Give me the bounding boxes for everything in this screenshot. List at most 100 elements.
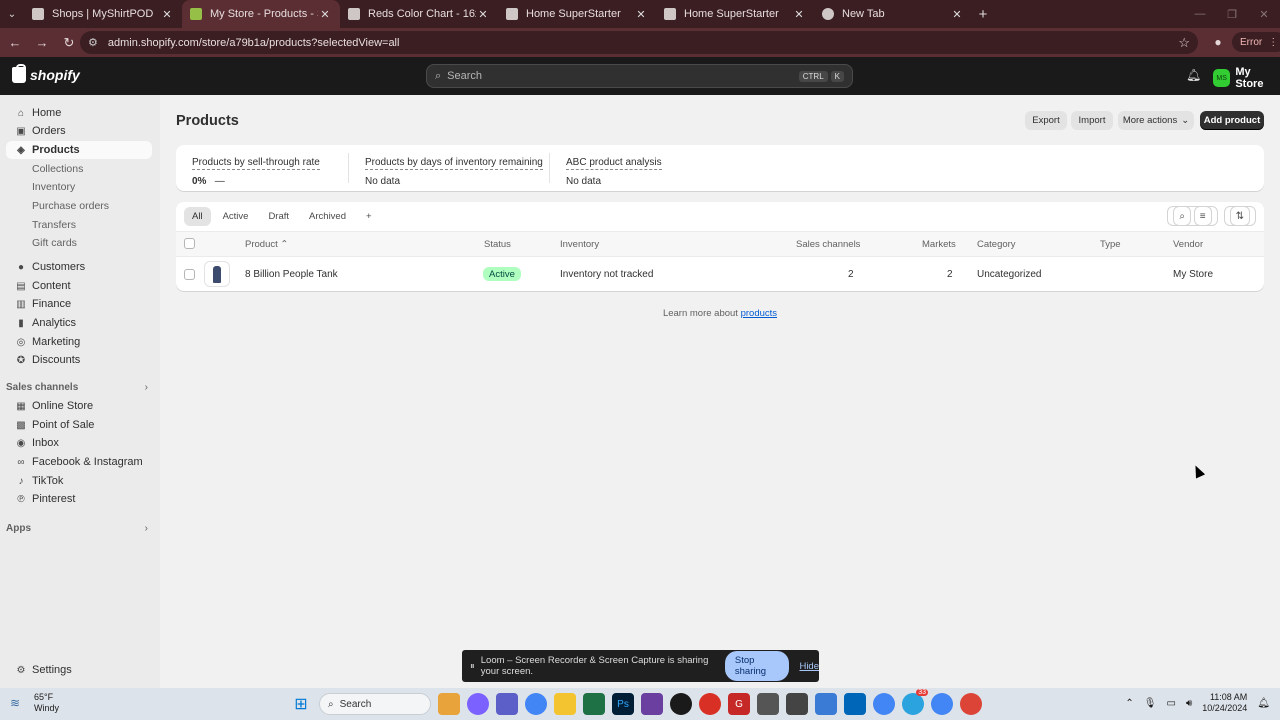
sidebar-item-marketing[interactable]: ◎ Marketing xyxy=(6,333,152,351)
close-icon[interactable]: ✕ xyxy=(160,8,174,21)
sidebar-item-home[interactable]: ⌂ Home xyxy=(6,104,152,122)
sidebar-item-settings[interactable]: ⚙ Settings xyxy=(6,661,152,679)
browser-tab[interactable]: Home SuperStarter ✕ xyxy=(498,0,656,28)
shopify-logo[interactable]: shopify xyxy=(12,64,80,83)
search-input[interactable]: ⌕ Search CTRL K xyxy=(426,64,853,88)
table-row[interactable]: 8 Billion People Tank Active Inventory n… xyxy=(176,257,1264,291)
browser-tab[interactable]: New Tab ✕ xyxy=(814,0,972,28)
sidebar-item-gift-cards[interactable]: Gift cards xyxy=(6,234,152,252)
sidebar-item-collections[interactable]: Collections xyxy=(6,160,152,178)
tab-active[interactable]: Active xyxy=(215,207,257,226)
sidebar-item-analytics[interactable]: ▮ Analytics xyxy=(6,314,152,332)
browser-tab-active[interactable]: My Store - Products - Shopify✕ xyxy=(182,0,340,28)
row-checkbox[interactable] xyxy=(184,269,195,280)
clock[interactable]: 11:08 AM 10/24/2024 xyxy=(1202,692,1247,714)
sidebar-item-point-of-sale[interactable]: ▩ Point of Sale xyxy=(6,416,152,434)
notification-bell-icon[interactable]: 🔔︎ xyxy=(1257,698,1270,709)
copilot-icon[interactable] xyxy=(467,693,489,715)
sidebar-item-finance[interactable]: ▥ Finance xyxy=(6,295,152,313)
bookmark-star-icon[interactable]: ☆ xyxy=(1178,35,1190,51)
import-button[interactable]: Import xyxy=(1071,111,1113,130)
sort-button[interactable]: ⇅ xyxy=(1223,206,1256,226)
tab-archived[interactable]: Archived xyxy=(301,207,354,226)
app-icon[interactable] xyxy=(757,693,779,715)
windows-start-icon[interactable]: ⊞ xyxy=(290,693,312,715)
chevron-right-icon[interactable]: › xyxy=(145,382,148,393)
sidebar-item-inventory[interactable]: Inventory xyxy=(6,178,152,196)
sidebar-item-purchase-orders[interactable]: Purchase orders xyxy=(6,197,152,215)
taskbar-search[interactable]: ⌕ Search xyxy=(319,693,431,715)
sidebar-item-orders[interactable]: ▣ Orders xyxy=(6,122,152,140)
browser-tab[interactable]: Reds Color Chart - 16x20 PRINT✕ xyxy=(340,0,498,28)
teams-icon[interactable] xyxy=(496,693,518,715)
forward-icon[interactable]: → xyxy=(30,31,54,55)
hide-button[interactable]: Hide xyxy=(799,661,819,672)
search-filter-button[interactable]: ⌕ ≡ xyxy=(1167,206,1218,226)
metric-days-inventory[interactable]: Products by days of inventory remaining … xyxy=(365,154,543,187)
sales-channels-section[interactable]: Sales channels › xyxy=(6,382,152,393)
grammarly-icon[interactable]: G xyxy=(728,693,750,715)
network-icon[interactable]: ▭ xyxy=(1166,698,1175,709)
metric-sell-through[interactable]: Products by sell-through rate 0% — xyxy=(192,154,320,187)
add-product-button[interactable]: Add product xyxy=(1200,111,1264,130)
profile-icon[interactable]: ● xyxy=(1208,31,1228,53)
app-icon[interactable] xyxy=(699,693,721,715)
minimize-icon[interactable]: — xyxy=(1184,0,1216,28)
sidebar-item-customers[interactable]: ● Customers xyxy=(6,258,152,276)
app-icon[interactable] xyxy=(583,693,605,715)
microphone-icon[interactable]: 🎙︎ xyxy=(1144,698,1157,709)
sidebar-item-products[interactable]: ◈ Products xyxy=(6,141,152,159)
site-info-icon[interactable]: ⚙ xyxy=(88,36,98,49)
app-icon[interactable] xyxy=(641,693,663,715)
apps-section[interactable]: Apps › xyxy=(6,523,152,534)
notepad-icon[interactable] xyxy=(844,693,866,715)
telegram-icon[interactable]: 33 xyxy=(902,689,928,715)
app-icon[interactable] xyxy=(815,693,837,715)
add-view-button[interactable]: + xyxy=(358,207,380,226)
widget-icon[interactable] xyxy=(438,693,460,715)
tab-all[interactable]: All xyxy=(184,207,211,226)
bell-icon[interactable]: 🔔︎ xyxy=(1186,68,1201,82)
sidebar-item-online-store[interactable]: ▦ Online Store xyxy=(6,397,152,415)
close-icon[interactable]: ✕ xyxy=(476,8,490,21)
address-bar[interactable]: ⚙ admin.shopify.com/store/a79b1a/product… xyxy=(80,31,1198,54)
products-help-link[interactable]: products xyxy=(741,308,777,319)
kebab-menu-icon[interactable]: ⋮ xyxy=(1268,37,1278,48)
sidebar-item-discounts[interactable]: ✪ Discounts xyxy=(6,351,152,369)
export-button[interactable]: Export xyxy=(1025,111,1067,130)
back-icon[interactable]: ← xyxy=(3,31,27,55)
sidebar-item-content[interactable]: ▤ Content xyxy=(6,277,152,295)
stop-sharing-button[interactable]: Stop sharing xyxy=(724,651,790,681)
error-button[interactable]: Error ⋮ xyxy=(1232,32,1280,52)
sidebar-item-inbox[interactable]: ◉ Inbox xyxy=(6,434,152,452)
close-icon[interactable]: ✕ xyxy=(634,8,648,21)
close-icon[interactable]: ✕ xyxy=(792,8,806,21)
weather-widget[interactable]: ≋ 65°F Windy xyxy=(10,692,59,714)
close-window-icon[interactable]: ✕ xyxy=(1248,0,1280,28)
sidebar-item-tiktok[interactable]: ♪ TikTok xyxy=(6,472,152,490)
chrome-icon[interactable] xyxy=(960,693,982,715)
column-product[interactable]: Product ⌃ xyxy=(245,239,288,250)
sidebar-item-facebook-instagram[interactable]: ∞ Facebook & Instagram xyxy=(6,453,152,471)
photoshop-icon[interactable]: Ps xyxy=(612,693,634,715)
store-menu-button[interactable]: MS My Store xyxy=(1213,66,1280,90)
chrome-icon[interactable] xyxy=(873,693,895,715)
sidebar-item-pinterest[interactable]: ℗ Pinterest xyxy=(6,490,152,508)
reload-icon[interactable]: ↻ xyxy=(57,31,81,55)
close-icon[interactable]: ✕ xyxy=(318,8,332,21)
browser-tab[interactable]: Home SuperStarter ✕ xyxy=(656,0,814,28)
file-explorer-icon[interactable] xyxy=(554,693,576,715)
close-icon[interactable]: ✕ xyxy=(950,8,964,21)
chevron-right-icon[interactable]: › xyxy=(145,523,148,534)
pause-icon[interactable]: ⏸︎ xyxy=(470,661,475,672)
chrome-icon[interactable] xyxy=(525,693,547,715)
select-all-checkbox[interactable] xyxy=(184,238,195,249)
volume-icon[interactable]: 🔊︎ xyxy=(1186,698,1192,709)
more-actions-button[interactable]: More actions ⌄ xyxy=(1118,111,1194,130)
chrome-icon[interactable] xyxy=(931,693,953,715)
calculator-icon[interactable] xyxy=(786,693,808,715)
maximize-icon[interactable]: ❐ xyxy=(1216,0,1248,28)
tab-search-icon[interactable]: ⌄ xyxy=(0,0,24,28)
sidebar-item-transfers[interactable]: Transfers xyxy=(6,216,152,234)
chevron-up-icon[interactable]: ⌃ xyxy=(1125,698,1133,709)
